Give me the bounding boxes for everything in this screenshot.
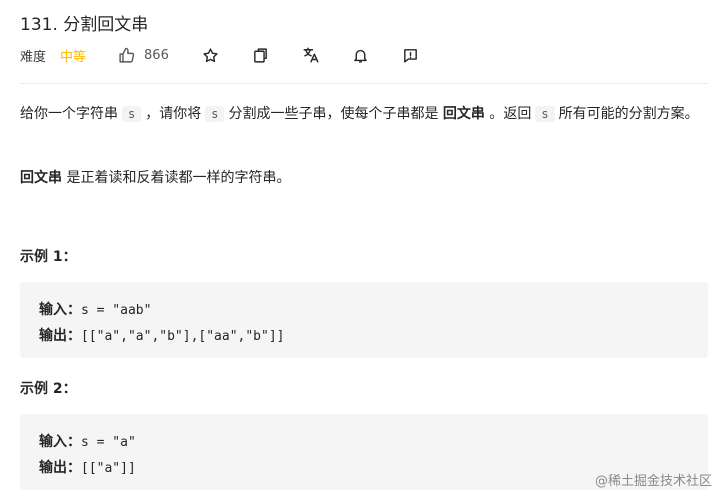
desc-text: ，请你将	[145, 106, 202, 122]
problem-title: 131. 分割回文串	[20, 15, 149, 35]
difficulty-value: 中等	[60, 49, 87, 65]
bold-term: 回文串	[442, 106, 485, 122]
watermark: @稀土掘金技术社区	[594, 474, 712, 489]
like-count: 866	[144, 47, 169, 63]
desc-text: 是正着读和反着读都一样的字符串。	[66, 170, 291, 186]
star-icon	[203, 47, 218, 62]
share-button[interactable]	[251, 45, 271, 65]
example-2-title: 示例 2：	[20, 381, 77, 397]
description-paragraph: 给你一个字符串 s ，请你将 s 分割成一些子串，使每个子串都是 回文串 。返回 s 所有可…	[20, 102, 710, 126]
input-label: 输入：	[39, 434, 81, 450]
inline-code: s	[535, 106, 555, 122]
problem-meta-bar: 难度 中等 866	[20, 44, 421, 66]
bold-term: 回文串	[20, 170, 62, 186]
difficulty-label: 难度	[20, 49, 47, 65]
definition-paragraph: 回文串 是正着读和反着读都一样的字符串。	[20, 166, 710, 190]
input-label: 输入：	[39, 302, 81, 318]
thumbs-up-icon	[119, 47, 135, 63]
example-input-line: 输入：s = "a"	[39, 431, 136, 451]
example-output-line: 输出：[["a","a","b"],["aa","b"]]	[39, 325, 285, 345]
inline-code: s	[205, 106, 225, 122]
share-icon	[254, 47, 268, 63]
feedback-icon	[404, 48, 418, 63]
example-1-title: 示例 1：	[20, 249, 77, 265]
example-1-codeblock: 输入：s = "aab" 输出：[["a","a","b"],["aa","b"…	[20, 282, 708, 358]
bell-icon	[354, 49, 368, 63]
input-value: s = "aab"	[81, 303, 152, 318]
example-output-line: 输出：[["a"]]	[39, 457, 136, 477]
favorite-button[interactable]	[201, 45, 221, 65]
output-label: 输出：	[39, 328, 81, 344]
input-value: s = "a"	[81, 435, 136, 450]
desc-text: 。返回	[489, 106, 532, 122]
header-divider	[20, 83, 708, 84]
translate-icon	[303, 47, 319, 63]
output-label: 输出：	[39, 460, 81, 476]
like-button[interactable]: 866	[118, 47, 169, 64]
desc-text: 给你一个字符串	[20, 106, 118, 122]
feedback-button[interactable]	[401, 45, 421, 65]
example-input-line: 输入：s = "aab"	[39, 299, 151, 319]
inline-code: s	[122, 106, 142, 122]
output-value: [["a","a","b"],["aa","b"]]	[81, 329, 285, 344]
translate-button[interactable]	[301, 45, 321, 65]
output-value: [["a"]]	[81, 461, 136, 476]
desc-text: 分割成一些子串，使每个子串都是	[228, 106, 439, 122]
desc-text: 所有可能的分割方案。	[558, 106, 699, 122]
notification-button[interactable]	[351, 45, 371, 65]
